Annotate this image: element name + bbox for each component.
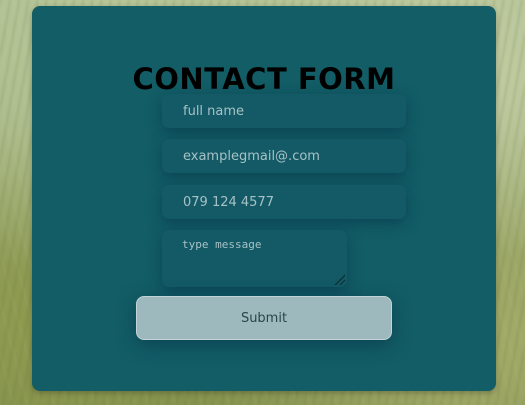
message-textarea[interactable] [162,230,347,287]
form-title: CONTACT FORM [132,62,396,96]
resize-grip-icon[interactable] [333,273,345,285]
email-input[interactable] [162,139,406,173]
phone-input[interactable] [162,185,406,219]
full-name-input[interactable] [162,94,406,128]
submit-button[interactable]: Submit [136,296,392,340]
